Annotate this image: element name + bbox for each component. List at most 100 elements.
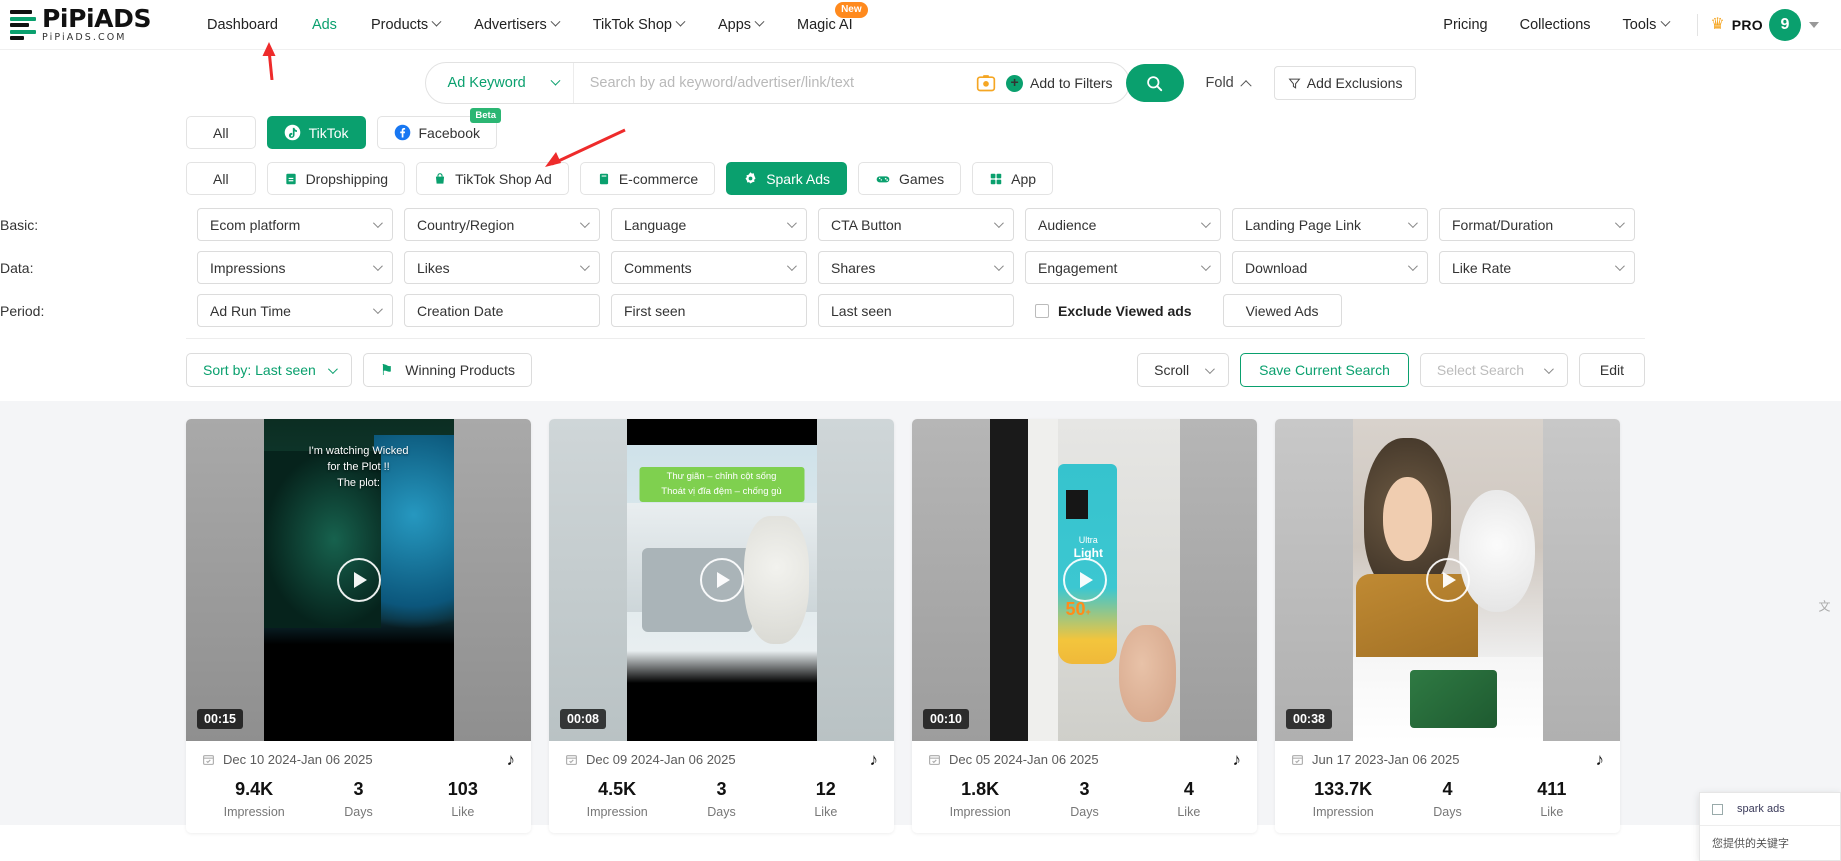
nav-item-apps[interactable]: Apps (701, 11, 780, 39)
card-body: Dec 09 2024-Jan 06 2025 ♪ 4.5K Impressio… (549, 741, 894, 833)
scroll-mode-select[interactable]: Scroll (1137, 353, 1230, 387)
brand-logo[interactable]: PiPiADS PiPiADS.COM (10, 6, 185, 43)
select-search-dropdown[interactable]: Select Search (1419, 353, 1568, 387)
filter-audience[interactable]: Audience (1025, 208, 1221, 241)
keyword-suggestion-item[interactable]: spark ads (1700, 793, 1840, 825)
search-button[interactable] (1125, 64, 1184, 102)
nav-item-tiktok-shop[interactable]: TikTok Shop (576, 11, 701, 39)
nav-item-ads[interactable]: Ads (295, 11, 354, 39)
card-meta-row: Dec 05 2024-Jan 06 2025 ♪ (928, 751, 1241, 768)
add-exclusions-button[interactable]: Add Exclusions (1273, 66, 1417, 100)
stat-value: 103 (447, 779, 478, 799)
nav-item-magic-ai[interactable]: Magic AI New (780, 1, 870, 39)
checkbox-box[interactable] (1712, 803, 1723, 815)
winning-products-button[interactable]: ⚑ Winning Products (362, 353, 533, 387)
video-thumbnail[interactable]: Ultra Light 50+ 00:10 (912, 419, 1257, 741)
card-stats: 133.7K Impression 4 Days 411 Like (1291, 779, 1604, 819)
save-current-search-button[interactable]: Save Current Search (1240, 353, 1409, 387)
tiktok-icon (284, 124, 301, 141)
category-tab-games[interactable]: Games (858, 162, 962, 195)
nav-item-pricing[interactable]: Pricing (1427, 11, 1503, 39)
stat-value: 3 (716, 779, 727, 799)
filter-impressions[interactable]: Impressions (197, 251, 393, 284)
tiktok-note-icon: ♪ (869, 750, 879, 769)
filter-label: Engagement (1038, 259, 1118, 276)
video-duration: 00:08 (560, 709, 606, 729)
filter-download[interactable]: Download (1232, 251, 1428, 284)
video-thumbnail[interactable]: 00:38 (1275, 419, 1620, 741)
category-tab-app[interactable]: App (972, 162, 1054, 195)
filter-cta-button[interactable]: CTA Button (818, 208, 1014, 241)
save-search-label: Save Current Search (1259, 362, 1390, 378)
filter-label: Download (1245, 259, 1308, 276)
pro-badge[interactable]: ♛ PRO (1710, 16, 1763, 33)
viewed-ads-label: Viewed Ads (1245, 302, 1319, 319)
filter-language[interactable]: Language (611, 208, 807, 241)
tab-label: App (1011, 170, 1037, 187)
stat-value: 3 (1079, 779, 1090, 799)
play-button[interactable] (1062, 558, 1107, 602)
stat-label: Days (344, 805, 373, 819)
nav-item-tools[interactable]: Tools (1607, 11, 1686, 39)
card-date: Jun 17 2023-Jan 06 2025 (1291, 752, 1459, 767)
category-tab-spark-ads[interactable]: Spark Ads (726, 162, 848, 195)
play-button[interactable] (699, 558, 744, 602)
nav-item-products[interactable]: Products (354, 11, 457, 39)
ad-card[interactable]: 00:38 Jun 17 2023-Jan 06 2025 ♪ 133.7K I… (1275, 419, 1620, 833)
stat-value: 9.4K (235, 779, 274, 799)
filter-comments[interactable]: Comments (611, 251, 807, 284)
filter-shares[interactable]: Shares (818, 251, 1014, 284)
filter-row-label: Basic: (0, 216, 39, 233)
tab-label: Games (899, 170, 945, 187)
avatar[interactable]: 9 (1769, 8, 1801, 41)
sort-by-select[interactable]: Sort by: Last seen (186, 353, 352, 387)
filter-first-seen[interactable]: First seen (611, 294, 807, 327)
platform-tab-facebook[interactable]: Facebook Beta (376, 108, 501, 149)
exclude-viewed-ads-checkbox[interactable]: Exclude Viewed ads (1035, 303, 1192, 319)
filter-row-label-wrap: Basic: (0, 217, 186, 233)
results-grid: I'm watching Wicked for the Plot !! The … (0, 419, 1841, 833)
ad-card[interactable]: Ultra Light 50+ 00:10 Dec 05 2024-Jan 06… (912, 419, 1257, 833)
platform-tab-all[interactable]: All (186, 116, 256, 149)
filter-likes[interactable]: Likes (404, 251, 600, 284)
stat-days: 3 Days (306, 779, 410, 819)
ad-card[interactable]: I'm watching Wicked for the Plot !! The … (186, 419, 531, 833)
image-search-icon[interactable] (976, 73, 996, 93)
account-chevron-down-icon[interactable] (1809, 21, 1819, 28)
category-tab-all[interactable]: All (186, 162, 256, 195)
filter-like-rate[interactable]: Like Rate (1439, 251, 1635, 284)
video-thumbnail[interactable]: I'm watching Wicked for the Plot !! The … (186, 419, 531, 741)
play-button[interactable] (336, 558, 381, 602)
fold-toggle[interactable]: Fold (1206, 75, 1252, 92)
search-type-select[interactable]: Ad Keyword (426, 63, 574, 103)
chevron-down-icon (993, 261, 1004, 272)
platform-tab-tiktok[interactable]: TikTok (266, 116, 366, 149)
search-input[interactable] (573, 75, 977, 91)
nav-item-dashboard[interactable]: Dashboard (190, 11, 295, 39)
category-tab-dropshipping[interactable]: Dropshipping (266, 162, 406, 195)
results-area: I'm watching Wicked for the Plot !! The … (0, 401, 1841, 833)
ad-card[interactable]: Thư giãn – chỉnh cột sống Thoát vị đĩa đ… (549, 419, 894, 833)
stat-value: 133.7K (1314, 779, 1373, 799)
chevron-down-icon (786, 261, 797, 272)
filter-engagement[interactable]: Engagement (1025, 251, 1221, 284)
filter-row-label: Data: (0, 259, 34, 276)
main-navigation: Dashboard Ads Products Advertisers TikTo… (190, 1, 870, 39)
nav-item-advertisers[interactable]: Advertisers (457, 11, 576, 39)
filter-creation-date[interactable]: Creation Date (404, 294, 600, 327)
chevron-down-icon (1614, 261, 1625, 272)
filter-format-duration[interactable]: Format/Duration (1439, 208, 1635, 241)
edit-search-button[interactable]: Edit (1578, 353, 1645, 387)
stat-like: 411 Like (1500, 779, 1604, 819)
nav-item-collections[interactable]: Collections (1504, 11, 1607, 39)
video-thumbnail[interactable]: Thư giãn – chỉnh cột sống Thoát vị đĩa đ… (549, 419, 894, 741)
filter-landing-page-link[interactable]: Landing Page Link (1232, 208, 1428, 241)
filter-country-region[interactable]: Country/Region (404, 208, 600, 241)
filter-last-seen[interactable]: Last seen (818, 294, 1014, 327)
viewed-ads-button[interactable]: Viewed Ads (1222, 294, 1342, 327)
play-button[interactable] (1425, 558, 1470, 602)
add-to-filters-button[interactable]: + Add to Filters (1006, 74, 1113, 92)
dropship-box-icon (284, 172, 298, 186)
filter-ad-run-time[interactable]: Ad Run Time (197, 294, 393, 327)
filter-ecom-platform[interactable]: Ecom platform (197, 208, 393, 241)
